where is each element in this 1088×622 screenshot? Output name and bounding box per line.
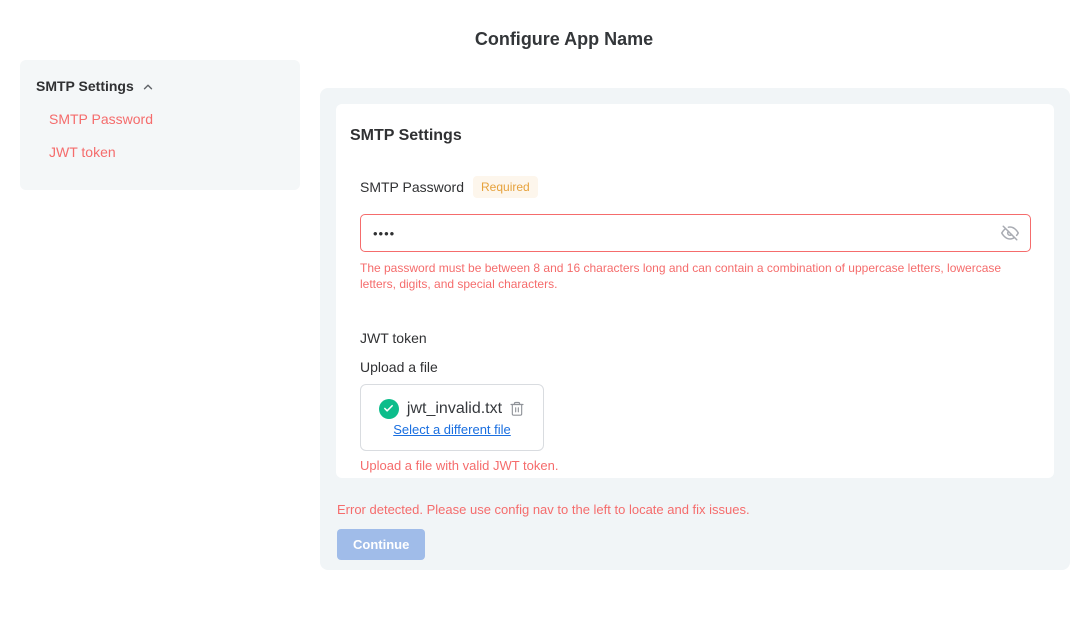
uploaded-file-box: jwt_invalid.txt Select a different fil (360, 384, 544, 451)
smtp-password-label: SMTP Password (360, 179, 464, 195)
page-title: Configure App Name (40, 29, 1088, 50)
smtp-password-helper-text: The password must be between 8 and 16 ch… (360, 260, 1025, 292)
sidebar-section-label: SMTP Settings (36, 78, 134, 94)
configure-app-page: Configure App Name SMTP Settings SMTP Pa… (0, 0, 1088, 622)
uploaded-file-name: jwt_invalid.txt (407, 400, 502, 418)
sidebar-item-smtp-password[interactable]: SMTP Password (49, 111, 284, 127)
continue-button[interactable]: Continue (337, 529, 425, 560)
smtp-password-input[interactable] (373, 226, 1001, 241)
uploaded-file-row: jwt_invalid.txt (379, 399, 525, 419)
chevron-up-icon (141, 80, 155, 94)
sidebar-section-smtp-settings[interactable]: SMTP Settings (36, 78, 284, 94)
sidebar-item-jwt-token[interactable]: JWT token (49, 144, 284, 160)
upload-file-label: Upload a file (360, 359, 1040, 375)
form-section: SMTP Password Required The passwor (360, 176, 1040, 473)
form-error-message: Error detected. Please use config nav to… (337, 502, 1054, 517)
jwt-token-error-text: Upload a file with valid JWT token. (360, 458, 1040, 473)
jwt-token-label: JWT token (360, 330, 1040, 346)
smtp-password-input-wrap (360, 214, 1031, 252)
smtp-password-label-row: SMTP Password Required (360, 176, 1040, 198)
smtp-settings-card: SMTP Settings SMTP Password Required (336, 104, 1054, 478)
required-badge: Required (473, 176, 538, 198)
card-title: SMTP Settings (350, 127, 1040, 145)
select-different-file-link[interactable]: Select a different file (393, 422, 511, 437)
check-circle-icon (379, 399, 399, 419)
trash-icon[interactable] (509, 400, 525, 417)
settings-panel: SMTP Settings SMTP Password Required (320, 88, 1070, 570)
config-nav-sidebar: SMTP Settings SMTP Password JWT token (20, 60, 300, 190)
eye-off-icon[interactable] (1001, 224, 1019, 242)
